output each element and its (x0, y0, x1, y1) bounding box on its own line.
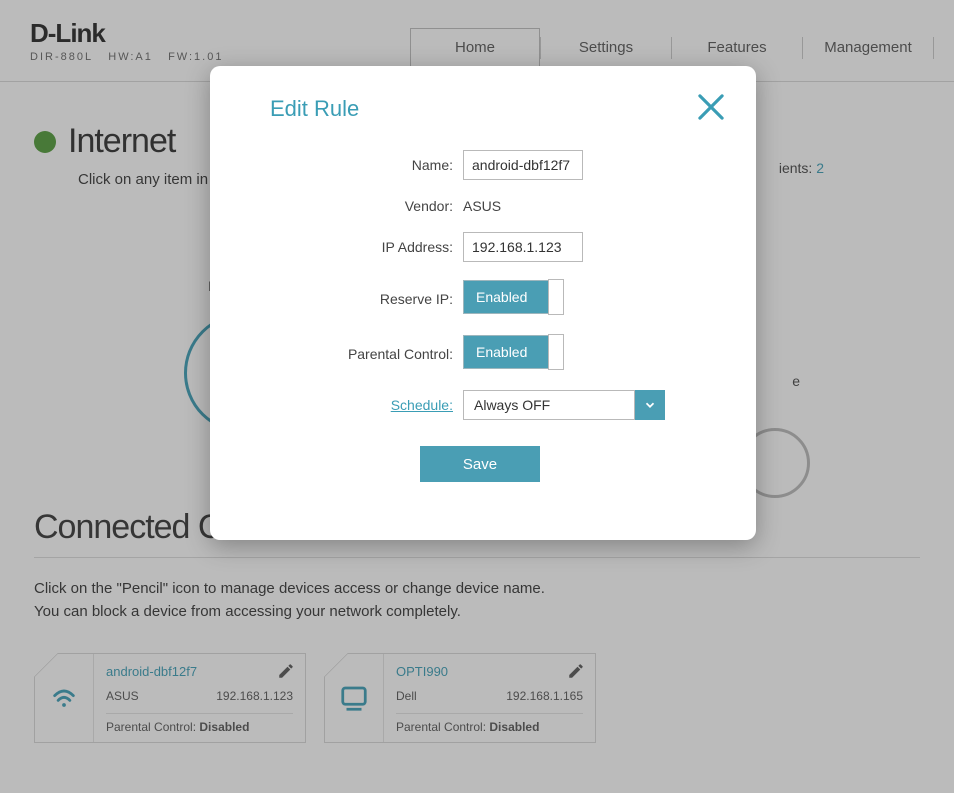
toggle-knob (548, 279, 564, 315)
label-vendor: Vendor: (293, 198, 453, 214)
label-parental-control: Parental Control: (293, 346, 453, 362)
label-ip: IP Address: (293, 239, 453, 255)
label-name: Name: (293, 157, 453, 173)
save-button[interactable]: Save (420, 446, 540, 482)
schedule-select[interactable]: Always OFF (463, 390, 673, 420)
reserve-ip-toggle[interactable]: Enabled (463, 280, 563, 314)
name-input[interactable] (463, 150, 583, 180)
label-schedule[interactable]: Schedule: (293, 397, 453, 413)
edit-rule-modal: Edit Rule Name: Vendor: ASUS IP Address:… (210, 66, 756, 540)
label-reserve-ip: Reserve IP: (293, 291, 453, 307)
reserve-ip-state: Enabled (476, 289, 527, 305)
chevron-down-icon[interactable] (635, 390, 665, 420)
close-button[interactable] (692, 88, 730, 126)
toggle-knob (548, 334, 564, 370)
parental-control-toggle[interactable]: Enabled (463, 335, 563, 369)
ip-input[interactable] (463, 232, 583, 262)
parental-control-state: Enabled (476, 344, 527, 360)
vendor-value: ASUS (463, 198, 501, 214)
modal-title: Edit Rule (270, 96, 716, 122)
schedule-value: Always OFF (463, 390, 635, 420)
